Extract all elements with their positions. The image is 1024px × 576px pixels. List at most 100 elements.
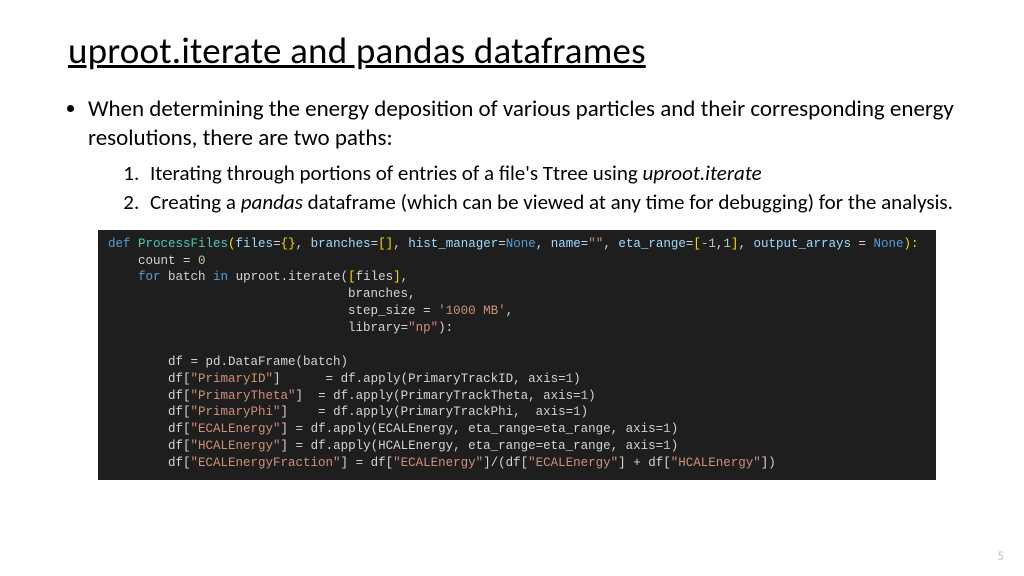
sq-open: [ <box>378 237 386 251</box>
l14d: df[ <box>371 456 394 470</box>
l10f: ) <box>588 389 596 403</box>
body-bullets: When determining the energy deposition o… <box>68 95 956 216</box>
l5b: = <box>423 304 438 318</box>
l12c: = <box>296 422 311 436</box>
str-hcal: "HCALEnergy" <box>191 439 281 453</box>
l10c: = <box>318 389 333 403</box>
l8a: df <box>108 355 191 369</box>
fn-name: ProcessFiles <box>138 237 228 251</box>
kw-in: in <box>213 270 228 284</box>
op-eq3: = <box>498 237 506 251</box>
str-pid: "PrimaryID" <box>191 372 274 386</box>
l10b: ] <box>296 389 319 403</box>
l13d: df.apply(HCALEnergy, eta_range <box>311 439 536 453</box>
plus: + <box>633 456 648 470</box>
slide-title: uproot.iterate and pandas dataframes <box>68 28 956 73</box>
param-branches: branches <box>311 237 371 251</box>
l10a: df[ <box>108 389 191 403</box>
l13h: ) <box>671 439 679 453</box>
l9c: = <box>326 372 341 386</box>
l10d: df.apply(PrimaryTrackTheta, axis <box>333 389 573 403</box>
str-hcal2: "HCALEnergy" <box>671 456 761 470</box>
param-eta: eta_range <box>618 237 686 251</box>
l14g: df[ <box>506 456 529 470</box>
str-ptheta: "PrimaryTheta" <box>191 389 296 403</box>
kw-def: def <box>108 237 138 251</box>
code-block: def ProcessFiles(files={}, branches=[], … <box>98 230 936 480</box>
l3-files: files <box>356 270 394 284</box>
kw-for: for <box>138 270 161 284</box>
l9f: ) <box>573 372 581 386</box>
str-ecal3: "ECALEnergy" <box>528 456 618 470</box>
slide-number: 5 <box>997 549 1004 564</box>
kw-none2: None <box>874 237 904 251</box>
l3-batch: batch <box>161 270 214 284</box>
bullet-sub-1: Iterating through portions of entries of… <box>144 160 956 187</box>
comma5: , <box>738 237 753 251</box>
l4: branches, <box>108 287 416 301</box>
brace-close: } <box>288 237 296 251</box>
l11a: df[ <box>108 405 191 419</box>
l12e: = <box>536 422 544 436</box>
l3-comma: , <box>401 270 409 284</box>
sq-open2: [ <box>693 237 701 251</box>
comma4: , <box>603 237 618 251</box>
comma: , <box>296 237 311 251</box>
l11b: ] <box>281 405 319 419</box>
l14a: df[ <box>108 456 191 470</box>
l14j: ]) <box>761 456 776 470</box>
param-files: files <box>236 237 274 251</box>
slide: uproot.iterate and pandas dataframes Whe… <box>0 0 1024 576</box>
str-ecal2: "ECALEnergy" <box>393 456 483 470</box>
num-1f: 1 <box>663 439 671 453</box>
num-1b: 1 <box>566 372 574 386</box>
bullet-sub-1-ital: uproot.iterate <box>643 160 762 186</box>
param-name: name <box>551 237 581 251</box>
op-eq: = <box>273 237 281 251</box>
l6b: = <box>401 321 409 335</box>
l13c: = <box>296 439 311 453</box>
l8b: = <box>191 355 206 369</box>
l11f: ) <box>581 405 589 419</box>
l11d: df.apply(PrimaryTrackPhi, axis <box>333 405 566 419</box>
l3-indent <box>108 270 138 284</box>
l14h: ] <box>618 456 633 470</box>
op-eq6: = <box>858 237 873 251</box>
str-ecal: "ECALEnergy" <box>191 422 281 436</box>
l13f: eta_range, axis <box>543 439 656 453</box>
l13b: ] <box>281 439 296 453</box>
l9d: df.apply(PrimaryTrackID, axis <box>341 372 559 386</box>
l2-indent: count <box>108 254 183 268</box>
bullet-sub-2-ital: pandas <box>241 189 303 215</box>
l10e: = <box>573 389 581 403</box>
l5a: step_size <box>108 304 423 318</box>
l6a: library <box>108 321 401 335</box>
bullet-sub-2-post: dataframe (which can be viewed at any ti… <box>303 189 953 215</box>
l14e: ] <box>483 456 491 470</box>
l14c: = <box>356 456 371 470</box>
bullet-main-text: When determining the energy deposition o… <box>88 95 954 152</box>
bullet-sub-2: Creating a pandas dataframe (which can b… <box>144 189 956 216</box>
l8c: pd.DataFrame(batch) <box>206 355 349 369</box>
l12d: df.apply(ECALEnergy, eta_range <box>311 422 536 436</box>
l12b: ] <box>281 422 296 436</box>
kw-none: None <box>506 237 536 251</box>
bullet-sub-1-pre: Iterating through portions of entries of… <box>150 160 643 186</box>
str-np: "np" <box>408 321 438 335</box>
bullet-sub-2-pre: Creating a <box>150 189 241 215</box>
l9b: ] <box>273 372 326 386</box>
str-efrac: "ECALEnergyFraction" <box>191 456 341 470</box>
comma2: , <box>393 237 408 251</box>
l13a: df[ <box>108 439 191 453</box>
l12f: eta_range, axis <box>543 422 656 436</box>
sq-open3: [ <box>348 270 356 284</box>
brace-open: { <box>281 237 289 251</box>
l11e: = <box>566 405 574 419</box>
str-empty: "" <box>588 237 603 251</box>
paren-open: ( <box>228 237 236 251</box>
l14i: df[ <box>648 456 671 470</box>
param-hm: hist_manager <box>408 237 498 251</box>
bullet-main: When determining the energy deposition o… <box>88 95 956 216</box>
param-out: output_arrays <box>753 237 858 251</box>
l6c: ): <box>438 321 453 335</box>
